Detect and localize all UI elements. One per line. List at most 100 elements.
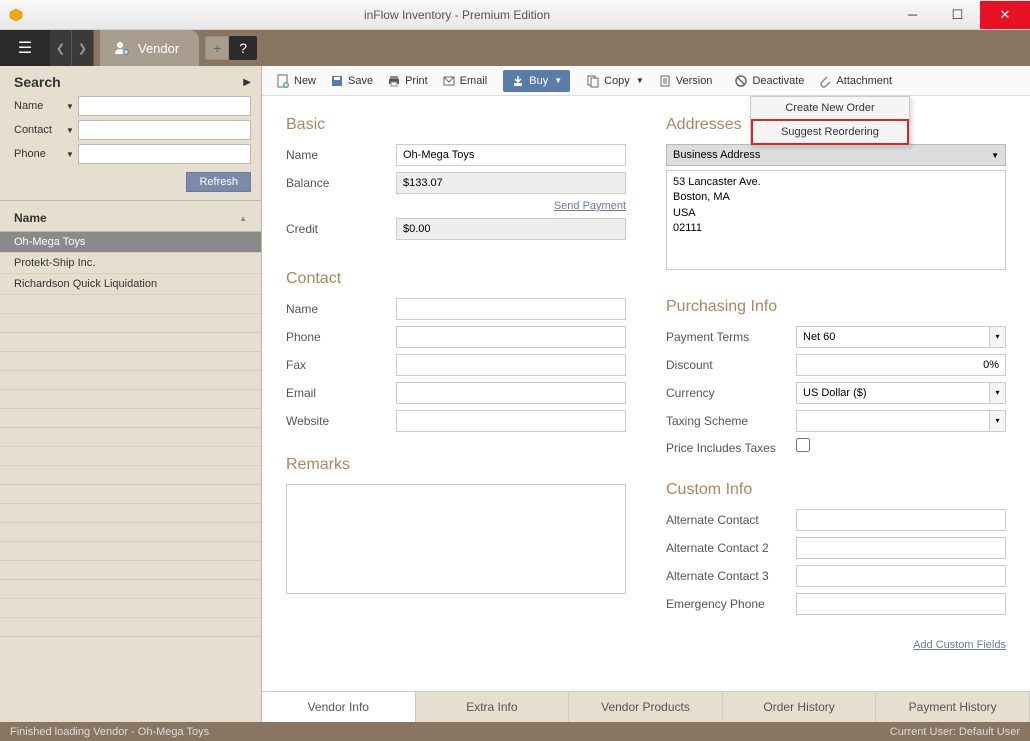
caret-down-icon[interactable]: ▾ bbox=[990, 326, 1006, 348]
email-button[interactable]: Email bbox=[436, 70, 494, 92]
search-title: Search bbox=[14, 74, 61, 90]
print-button[interactable]: Print bbox=[381, 70, 434, 92]
deactivate-icon bbox=[734, 74, 748, 88]
payment-terms-select[interactable] bbox=[796, 326, 990, 348]
search-phone-dropdown-icon[interactable]: ▼ bbox=[66, 150, 74, 159]
vendor-list: Oh-Mega Toys Protekt-Ship Inc. Richardso… bbox=[0, 232, 261, 722]
refresh-button[interactable]: Refresh bbox=[186, 172, 251, 192]
search-contact-dropdown-icon[interactable]: ▼ bbox=[66, 126, 74, 135]
content-area: New Save Print Email Buy▼ Copy▼ Version … bbox=[262, 66, 1030, 722]
contact-name-input[interactable] bbox=[396, 298, 626, 320]
contact-website-input[interactable] bbox=[396, 410, 626, 432]
nav-forward-button[interactable]: ❯ bbox=[72, 30, 94, 66]
remarks-textarea[interactable] bbox=[286, 484, 626, 594]
search-name-input[interactable] bbox=[78, 96, 251, 116]
tab-payment-history[interactable]: Payment History bbox=[876, 692, 1030, 722]
minimize-button[interactable]: ─ bbox=[890, 1, 935, 29]
tab-vendor[interactable]: Vendor bbox=[100, 30, 199, 66]
content-toolbar: New Save Print Email Buy▼ Copy▼ Version … bbox=[262, 66, 1030, 96]
price-includes-taxes-checkbox[interactable] bbox=[796, 438, 810, 452]
version-icon bbox=[658, 74, 672, 88]
contact-phone-input[interactable] bbox=[396, 326, 626, 348]
alternate-contact-3-input[interactable] bbox=[796, 565, 1006, 587]
tab-label: Vendor bbox=[138, 41, 179, 56]
caret-down-icon: ▼ bbox=[554, 76, 562, 85]
basic-name-input[interactable] bbox=[396, 144, 626, 166]
basic-credit-value bbox=[396, 218, 626, 240]
document-new-icon bbox=[276, 74, 290, 88]
contact-email-input[interactable] bbox=[396, 382, 626, 404]
copy-icon bbox=[586, 74, 600, 88]
copy-button[interactable]: Copy▼ bbox=[580, 70, 650, 92]
emergency-phone-input[interactable] bbox=[796, 593, 1006, 615]
contact-fax-input[interactable] bbox=[396, 354, 626, 376]
caret-down-icon: ▼ bbox=[991, 151, 999, 160]
app-icon bbox=[8, 7, 24, 23]
vendor-list-item[interactable]: Protekt-Ship Inc. bbox=[0, 253, 261, 274]
status-message: Finished loading Vendor - Oh-Mega Toys bbox=[10, 726, 890, 738]
attachment-button[interactable]: Attachment bbox=[812, 70, 898, 92]
search-phone-label: Phone bbox=[14, 148, 66, 160]
save-button[interactable]: Save bbox=[324, 70, 379, 92]
taxing-scheme-select[interactable] bbox=[796, 410, 990, 432]
address-text[interactable]: 53 Lancaster Ave. Boston, MA USA 02111 bbox=[666, 170, 1006, 270]
maximize-button[interactable]: ☐ bbox=[935, 1, 980, 29]
person-plus-icon bbox=[112, 39, 130, 57]
status-user: Current User: Default User bbox=[890, 726, 1020, 738]
alternate-contact-2-input[interactable] bbox=[796, 537, 1006, 559]
buy-icon bbox=[511, 74, 525, 88]
caret-down-icon: ▼ bbox=[636, 76, 644, 85]
top-navigation: ☰ ❮ ❯ Vendor + ? bbox=[0, 30, 1030, 66]
tab-vendor-info[interactable]: Vendor Info bbox=[262, 692, 416, 722]
section-custom-title: Custom Info bbox=[666, 481, 1006, 499]
alternate-contact-input[interactable] bbox=[796, 509, 1006, 531]
new-tab-button[interactable]: + bbox=[205, 36, 229, 60]
collapse-search-icon[interactable]: ▶ bbox=[243, 77, 251, 88]
tab-order-history[interactable]: Order History bbox=[723, 692, 877, 722]
window-titlebar: inFlow Inventory - Premium Edition ─ ☐ ✕ bbox=[0, 0, 1030, 30]
tab-extra-info[interactable]: Extra Info bbox=[416, 692, 570, 722]
nav-back-button[interactable]: ❮ bbox=[50, 30, 72, 66]
hamburger-menu-button[interactable]: ☰ bbox=[0, 30, 50, 66]
help-button[interactable]: ? bbox=[229, 36, 257, 60]
currency-select[interactable] bbox=[796, 382, 990, 404]
discount-input[interactable] bbox=[796, 354, 1006, 376]
search-contact-label: Contact bbox=[14, 124, 66, 136]
save-icon bbox=[330, 74, 344, 88]
search-name-dropdown-icon[interactable]: ▼ bbox=[66, 102, 74, 111]
send-payment-link[interactable]: Send Payment bbox=[554, 200, 626, 212]
menu-create-new-order[interactable]: Create New Order bbox=[751, 97, 909, 119]
basic-name-label: Name bbox=[286, 148, 396, 162]
vendor-list-item[interactable]: Oh-Mega Toys bbox=[0, 232, 261, 253]
sidebar: Search ▶ Name ▼ Contact ▼ Phone ▼ Refres… bbox=[0, 66, 262, 722]
vendor-list-header[interactable]: Name ▲ bbox=[0, 205, 261, 232]
caret-down-icon[interactable]: ▾ bbox=[990, 410, 1006, 432]
version-button[interactable]: Version bbox=[652, 70, 719, 92]
search-contact-input[interactable] bbox=[78, 120, 251, 140]
tab-vendor-products[interactable]: Vendor Products bbox=[569, 692, 723, 722]
vendor-list-item[interactable]: Richardson Quick Liquidation bbox=[0, 274, 261, 295]
basic-balance-value bbox=[396, 172, 626, 194]
bottom-tabs: Vendor Info Extra Info Vendor Products O… bbox=[262, 691, 1030, 722]
section-remarks-title: Remarks bbox=[286, 456, 626, 474]
section-contact-title: Contact bbox=[286, 270, 626, 288]
caret-down-icon[interactable]: ▾ bbox=[990, 382, 1006, 404]
section-basic-title: Basic bbox=[286, 116, 626, 134]
basic-balance-label: Balance bbox=[286, 176, 396, 190]
buy-dropdown-menu: Create New Order Suggest Reordering bbox=[750, 96, 910, 146]
basic-credit-label: Credit bbox=[286, 222, 396, 236]
section-purchasing-title: Purchasing Info bbox=[666, 298, 1006, 316]
window-title: inFlow Inventory - Premium Edition bbox=[24, 8, 890, 22]
search-phone-input[interactable] bbox=[78, 144, 251, 164]
close-button[interactable]: ✕ bbox=[980, 1, 1030, 29]
sort-icon: ▲ bbox=[239, 214, 247, 223]
print-icon bbox=[387, 74, 401, 88]
address-type-select[interactable]: Business Address ▼ bbox=[666, 144, 1006, 166]
menu-suggest-reordering[interactable]: Suggest Reordering bbox=[751, 119, 909, 145]
email-icon bbox=[442, 74, 456, 88]
new-button[interactable]: New bbox=[270, 70, 322, 92]
deactivate-button[interactable]: Deactivate bbox=[728, 70, 810, 92]
search-name-label: Name bbox=[14, 100, 66, 112]
buy-button[interactable]: Buy▼ bbox=[503, 70, 570, 92]
add-custom-fields-link[interactable]: Add Custom Fields bbox=[913, 639, 1006, 651]
